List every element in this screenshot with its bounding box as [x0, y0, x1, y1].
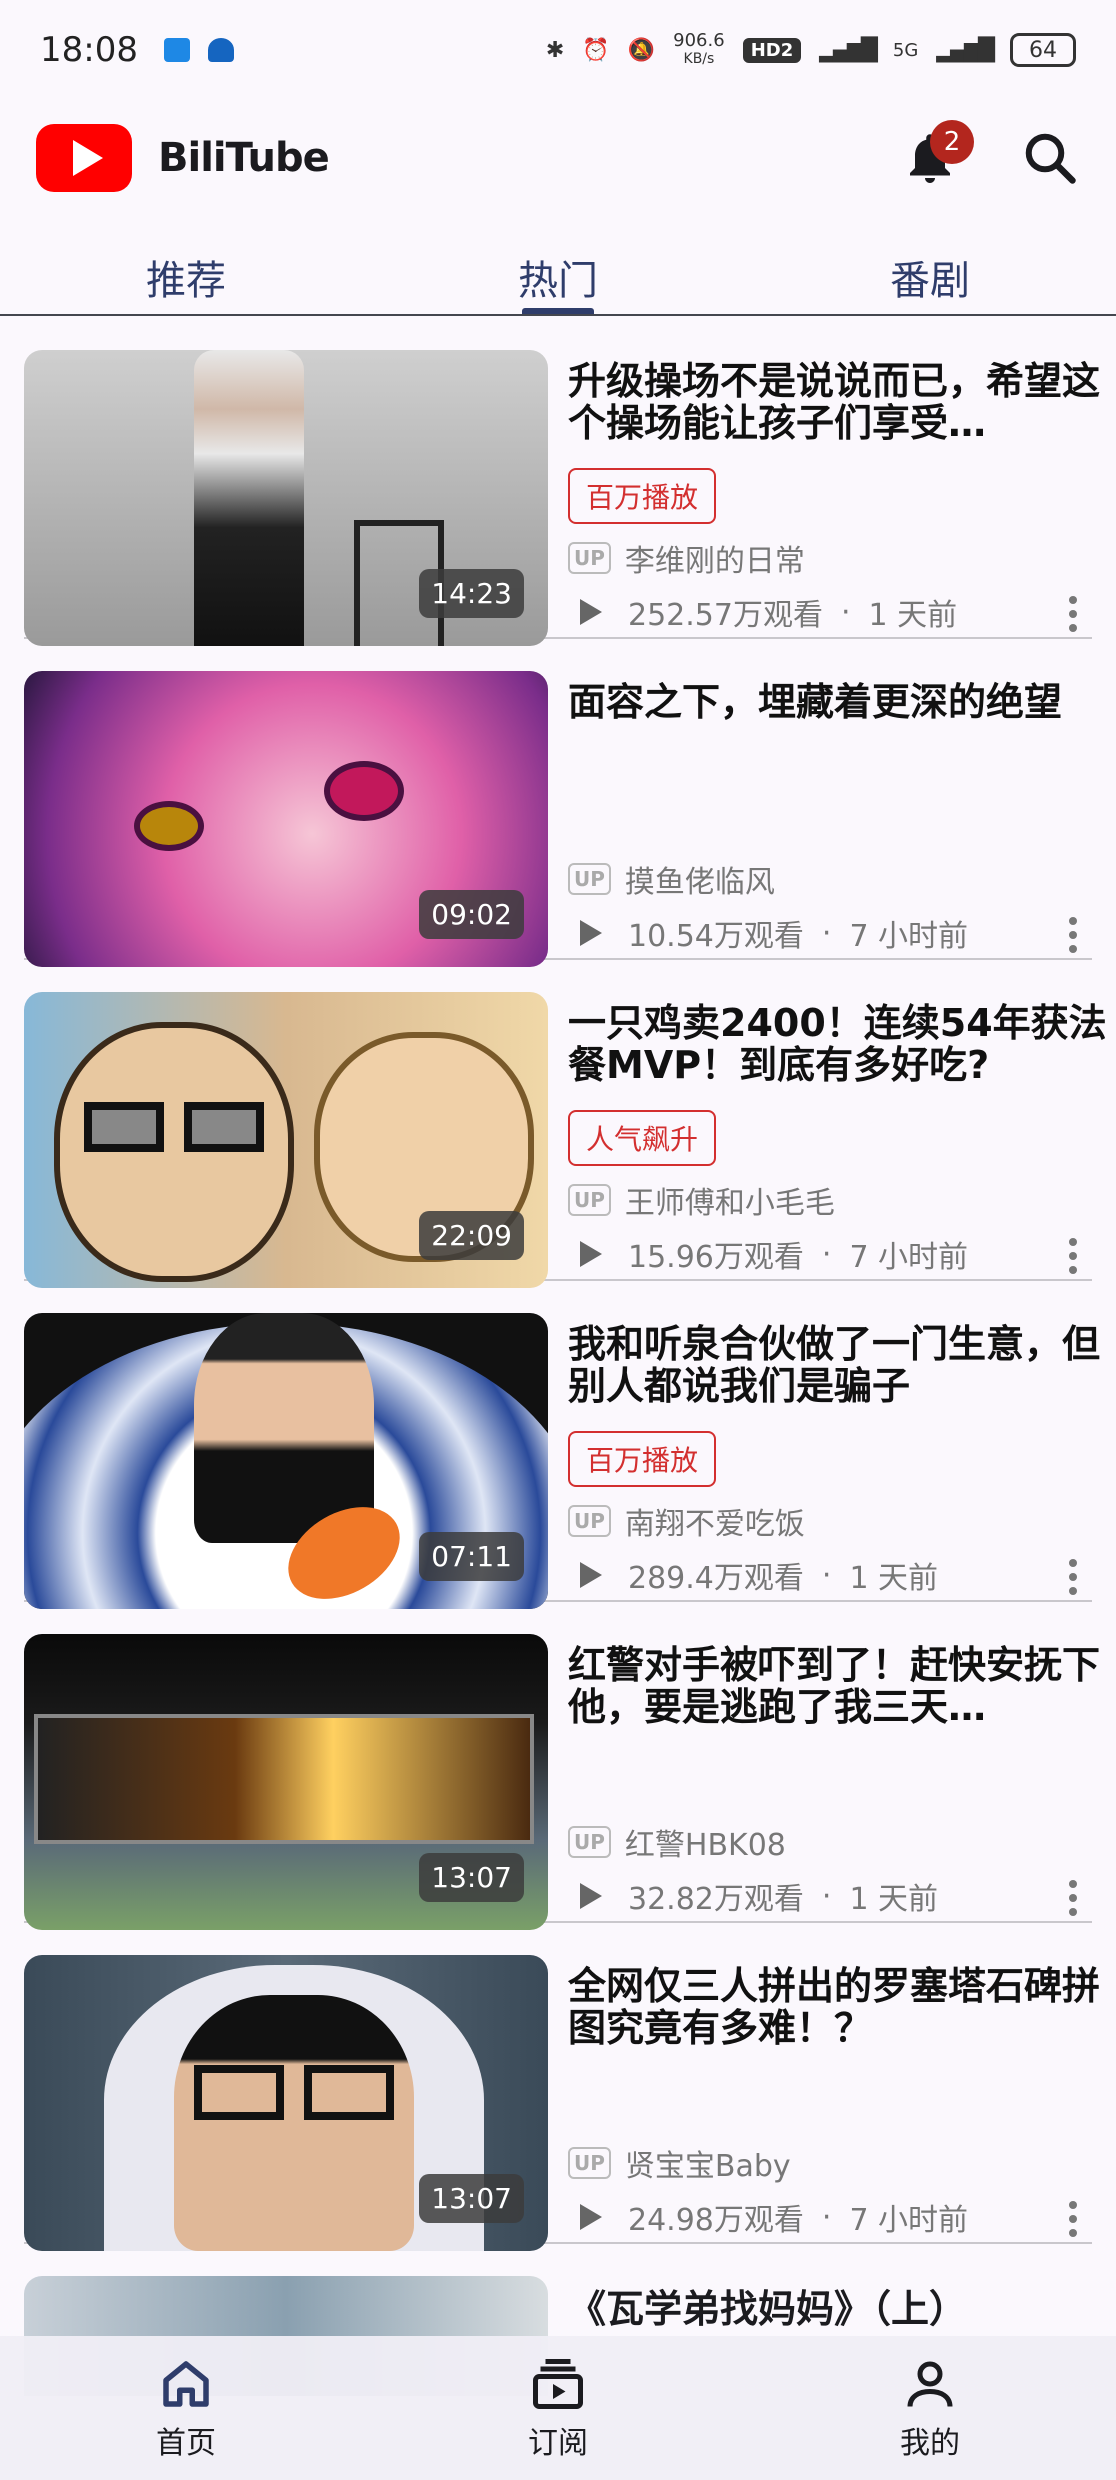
notification-app-icon: [163, 38, 190, 62]
bluetooth-icon: ✱: [545, 37, 565, 63]
network-type: 5G: [892, 39, 919, 61]
video-title[interactable]: 全网仅三人拼出的罗塞塔石碑拼图究竟有多难！？: [568, 1965, 1108, 2049]
video-item[interactable]: 13:07 红警对手被吓到了！赶快安抚下他，要是逃跑了我三天… UP 红警HBK0…: [24, 1602, 1100, 1930]
view-count: 10.54万观看: [628, 919, 804, 954]
uploader-name[interactable]: 红警HBK08: [625, 1820, 786, 1864]
video-title[interactable]: 《瓦学弟找妈妈》（上）: [568, 2278, 967, 2333]
play-icon: [580, 599, 602, 625]
status-time: 18:08: [40, 30, 138, 70]
up-badge: UP: [568, 2147, 611, 2179]
bottom-navigation: 首页 订阅 我的: [0, 2336, 1116, 2480]
app-name: BiliTube: [158, 135, 330, 181]
up-badge: UP: [568, 1826, 611, 1858]
signal-icon-2: ▂▄▆█: [936, 37, 995, 63]
alarm-icon: ⏰: [582, 37, 610, 63]
tab-recommend[interactable]: 推荐: [0, 236, 372, 314]
video-thumbnail[interactable]: 22:09: [24, 992, 548, 1288]
uploader-name[interactable]: 南翔不爱吃饭: [625, 1499, 805, 1543]
view-count: 289.4万观看: [628, 1561, 804, 1596]
view-count: 252.57万观看: [628, 598, 823, 633]
mute-icon: 🔕: [627, 37, 656, 63]
publish-time: 7 小时前: [849, 1240, 969, 1275]
profile-icon: [907, 2361, 953, 2407]
status-bar: 18:08 ✱ ⏰ 🔕 906.6 KB/s HD2 ▂▄▆█ 5G ▂▄▆█ …: [0, 0, 1116, 100]
nav-subscriptions[interactable]: 订阅: [372, 2336, 744, 2480]
play-icon: [580, 1562, 602, 1588]
nav-profile-label: 我的: [900, 2426, 960, 2461]
notification-bilibili-icon: [207, 38, 234, 62]
uploader-name[interactable]: 摸鱼佬临风: [625, 857, 775, 901]
up-badge: UP: [568, 1505, 611, 1537]
nav-home[interactable]: 首页: [0, 2336, 372, 2480]
nav-subscriptions-label: 订阅: [528, 2426, 588, 2461]
home-icon: [163, 2361, 209, 2407]
publish-time: 1 天前: [849, 1882, 939, 1917]
video-item[interactable]: 09:02 面容之下，埋藏着更深的绝望 UP 摸鱼佬临风 10.54万观看 · 7 小…: [24, 639, 1092, 967]
publish-time: 1 天前: [868, 598, 958, 633]
tab-bangumi[interactable]: 番剧: [744, 236, 1116, 314]
play-icon: [580, 1241, 602, 1267]
video-duration: 09:02: [419, 890, 524, 939]
more-options-icon[interactable]: [1068, 1238, 1078, 1274]
more-options-icon[interactable]: [1068, 917, 1078, 953]
video-title[interactable]: 我和听泉合伙做了一门生意，但别人都说我们是骗子: [568, 1323, 1108, 1407]
notifications-button[interactable]: 2: [900, 120, 974, 188]
video-tag: 百万播放: [568, 1431, 717, 1487]
notification-badge: 2: [930, 120, 974, 164]
more-options-icon[interactable]: [1068, 1559, 1078, 1595]
video-thumbnail[interactable]: 13:07: [24, 1955, 548, 2251]
video-duration: 07:11: [419, 1532, 524, 1581]
app-logo-icon: [36, 124, 132, 192]
up-badge: UP: [568, 542, 611, 574]
more-options-icon[interactable]: [1068, 1880, 1078, 1916]
search-icon[interactable]: [1020, 128, 1080, 188]
video-duration: 13:07: [419, 1853, 524, 1902]
view-count: 15.96万观看: [628, 1240, 804, 1275]
video-thumbnail[interactable]: 13:07: [24, 1634, 548, 1930]
network-speed: 906.6 KB/s: [673, 30, 725, 68]
video-list: 14:23 升级操场不是说说而已，希望这个操场能让孩子们享受… 百万播放 UP 李…: [0, 318, 1116, 2251]
tab-bar: 推荐 热门 番剧: [0, 236, 1116, 316]
up-badge: UP: [568, 863, 611, 895]
up-badge: UP: [568, 1184, 611, 1216]
play-icon: [580, 2204, 602, 2230]
video-tag: 百万播放: [568, 468, 717, 524]
video-thumbnail[interactable]: 14:23: [24, 350, 548, 646]
view-count: 24.98万观看: [628, 2203, 804, 2238]
publish-time: 7 小时前: [849, 2203, 969, 2238]
video-item[interactable]: 22:09 一只鸡卖2400！连续54年获法餐MVP！到底有多好吃? 人气飙升 …: [24, 960, 1107, 1288]
video-title[interactable]: 一只鸡卖2400！连续54年获法餐MVP！到底有多好吃?: [568, 1002, 1108, 1086]
uploader-name[interactable]: 王师傅和小毛毛: [625, 1178, 835, 1222]
tab-popular[interactable]: 热门: [372, 236, 744, 314]
video-title[interactable]: 面容之下，埋藏着更深的绝望: [568, 681, 1108, 723]
uploader-name[interactable]: 李维刚的日常: [625, 536, 805, 580]
view-count: 32.82万观看: [628, 1882, 804, 1917]
app-bar: BiliTube 2: [0, 108, 1116, 208]
video-thumbnail[interactable]: 07:11: [24, 1313, 548, 1609]
play-icon: [580, 1883, 602, 1909]
video-thumbnail[interactable]: 09:02: [24, 671, 548, 967]
video-duration: 14:23: [419, 569, 524, 618]
uploader-name[interactable]: 贤宝宝Baby: [625, 2141, 791, 2185]
more-options-icon[interactable]: [1068, 596, 1078, 632]
hd-voice-badge: HD2: [742, 37, 802, 63]
video-item[interactable]: 07:11 我和听泉合伙做了一门生意，但别人都说我们是骗子 百万播放 UP 南翔不…: [24, 1281, 1100, 1609]
signal-icon: ▂▄▆█: [819, 37, 878, 63]
more-options-icon[interactable]: [1068, 2201, 1078, 2237]
video-tag: 人气飙升: [568, 1110, 717, 1166]
play-icon: [580, 920, 602, 946]
nav-profile[interactable]: 我的: [744, 2336, 1116, 2480]
video-duration: 22:09: [419, 1211, 524, 1260]
video-item[interactable]: 13:07 全网仅三人拼出的罗塞塔石碑拼图究竟有多难！？ UP 贤宝宝Baby 2…: [24, 1923, 1100, 2251]
publish-time: 1 天前: [849, 1561, 939, 1596]
subscriptions-icon: [533, 2359, 583, 2409]
video-duration: 13:07: [419, 2174, 524, 2223]
publish-time: 7 小时前: [849, 919, 969, 954]
video-item[interactable]: 14:23 升级操场不是说说而已，希望这个操场能让孩子们享受… 百万播放 UP 李…: [24, 318, 1100, 646]
nav-home-label: 首页: [156, 2426, 216, 2461]
video-title[interactable]: 红警对手被吓到了！赶快安抚下他，要是逃跑了我三天…: [568, 1644, 1108, 1728]
video-title[interactable]: 升级操场不是说说而已，希望这个操场能让孩子们享受…: [568, 360, 1108, 444]
battery-icon: 64: [1010, 33, 1076, 67]
